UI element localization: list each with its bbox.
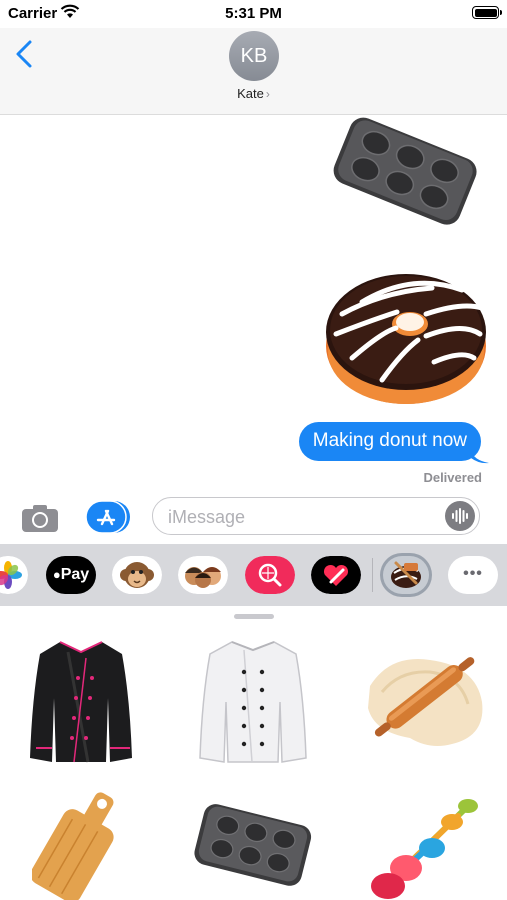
app-store-icon[interactable] [86, 500, 130, 534]
apple-pay-button[interactable]: ●Pay [46, 556, 96, 594]
back-chevron-icon[interactable] [10, 36, 40, 72]
white-chef-jacket-sticker[interactable] [196, 638, 310, 764]
message-input-placeholder: iMessage [168, 507, 246, 527]
black-chef-jacket-sticker[interactable] [26, 638, 136, 764]
apple-pay-label: Pay [60, 566, 90, 583]
audio-message-icon[interactable] [445, 501, 475, 531]
message-input[interactable]: iMessage [152, 497, 480, 535]
animoji-monkey-icon[interactable] [112, 556, 162, 594]
contact-name: Kate [237, 86, 264, 101]
camera-icon[interactable] [20, 502, 60, 534]
cutting-board-sticker[interactable] [32, 782, 128, 900]
photos-app-icon[interactable] [0, 556, 28, 594]
baking-stickers-app-icon[interactable] [380, 553, 432, 597]
chevron-right-icon: › [265, 87, 270, 101]
measuring-spoons-sticker[interactable] [366, 786, 482, 900]
search-images-icon[interactable] [245, 556, 295, 594]
app-drawer: ●Pay ••• [0, 544, 507, 606]
input-row: iMessage [0, 494, 507, 544]
message-thread: Making donut now Delivered [0, 114, 507, 494]
more-apps-label: ••• [463, 565, 483, 582]
panel-grabber[interactable] [234, 614, 274, 619]
battery-icon [472, 6, 502, 19]
bubble-tail [471, 450, 489, 464]
more-apps-button[interactable]: ••• [448, 556, 498, 594]
delivery-status: Delivered [423, 470, 482, 485]
status-bar: Carrier 5:31 PM [0, 0, 507, 28]
digital-touch-icon[interactable] [311, 556, 361, 594]
apple-logo-icon: ● [52, 567, 61, 582]
contact-name-button[interactable]: Kate › [0, 86, 507, 101]
drawer-divider [372, 558, 373, 592]
contact-avatar[interactable]: KB [229, 31, 279, 81]
memoji-stickers-icon[interactable] [178, 556, 228, 594]
muffin-tin-sticker[interactable] [192, 796, 314, 892]
conversation-header: KB Kate › [0, 28, 507, 115]
sticker-panel [0, 606, 507, 900]
muffin-tin-sticker[interactable] [328, 114, 483, 226]
clock: 5:31 PM [225, 5, 282, 22]
donut-sticker[interactable] [322, 262, 490, 410]
rolling-pin-dough-sticker[interactable] [360, 646, 488, 756]
outgoing-message-bubble[interactable]: Making donut now [298, 422, 481, 461]
